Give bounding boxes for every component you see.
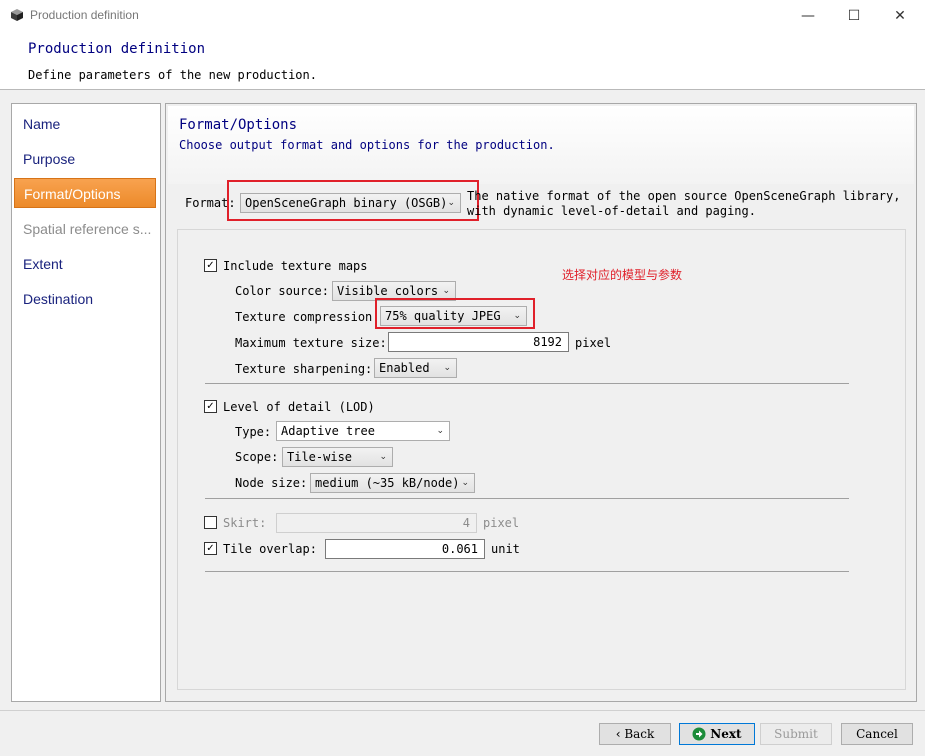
include-texture-checkbox[interactable]: ✓ — [204, 259, 217, 272]
footer-divider — [0, 710, 925, 711]
panel-subtitle: Choose output format and options for the… — [179, 138, 555, 152]
divider — [205, 498, 849, 499]
next-label: Next — [710, 727, 742, 741]
lod-checkbox[interactable]: ✓ — [204, 400, 217, 413]
step-format-options[interactable]: Format/Options — [14, 178, 156, 208]
step-purpose[interactable]: Purpose — [14, 144, 156, 174]
lod-scope-value: Tile-wise — [287, 450, 353, 464]
chevron-down-icon: ⌄ — [379, 452, 387, 462]
skirt-checkbox[interactable] — [204, 516, 217, 529]
annotation-highlight-compression — [375, 298, 535, 329]
chevron-down-icon: ⌄ — [436, 426, 444, 436]
chevron-left-icon: ‹ — [615, 727, 621, 741]
texture-sharpening-value: Enabled — [379, 361, 430, 375]
cancel-button[interactable]: Cancel — [841, 723, 913, 745]
lod-scope-label: Scope: — [235, 450, 279, 464]
texture-sharpening-label: Texture sharpening: — [235, 362, 373, 376]
checkmark-icon: ✓ — [206, 543, 215, 554]
submit-button: Submit — [760, 723, 832, 745]
include-texture-label: Include texture maps — [223, 259, 368, 273]
tile-overlap-checkbox[interactable]: ✓ — [204, 542, 217, 555]
color-source-value: Visible colors — [337, 284, 439, 298]
wizard-steps-sidebar: Name Purpose Format/Options Spatial refe… — [11, 103, 161, 702]
checkmark-icon: ✓ — [206, 401, 215, 412]
max-texture-size-input[interactable]: 8192 — [388, 332, 569, 352]
color-source-label: Color source: — [235, 284, 329, 298]
annotation-note: 选择对应的模型与参数 — [562, 268, 683, 282]
back-button[interactable]: ‹ Back — [599, 723, 671, 745]
lod-type-select[interactable]: Adaptive tree ⌄ — [276, 421, 450, 441]
lod-type-value: Adaptive tree — [281, 424, 375, 438]
format-description-line-2: with dynamic level-of-detail and paging. — [467, 204, 756, 218]
node-size-value: medium (~35 kB/node) — [315, 476, 460, 490]
next-button[interactable]: Next — [679, 723, 755, 745]
step-destination[interactable]: Destination — [14, 284, 156, 314]
tile-overlap-label: Tile overlap: — [223, 542, 317, 556]
minimize-icon: — — [801, 7, 815, 24]
maximize-button[interactable]: ☐ — [831, 0, 877, 31]
panel-header: Format/Options Choose output format and … — [168, 106, 914, 184]
back-label: Back — [624, 727, 655, 741]
checkmark-icon: ✓ — [206, 260, 215, 271]
step-spatial-reference: Spatial reference s... — [23, 221, 152, 237]
texture-compression-label: Texture compression: — [235, 310, 380, 324]
chevron-down-icon: ⌄ — [443, 363, 451, 373]
tile-overlap-input[interactable]: 0.061 — [325, 539, 485, 559]
close-button[interactable]: ✕ — [877, 0, 923, 31]
app-cube-icon — [11, 9, 23, 21]
chevron-down-icon: ⌄ — [461, 478, 469, 488]
panel-title: Format/Options — [179, 117, 298, 133]
max-texture-size-unit: pixel — [575, 336, 612, 350]
step-extent[interactable]: Extent — [14, 249, 156, 279]
skirt-input: 4 — [276, 513, 477, 533]
window-title: Production definition — [30, 8, 139, 22]
texture-sharpening-select[interactable]: Enabled ⌄ — [374, 358, 457, 378]
format-description-line-1: The native format of the open source Ope… — [467, 189, 901, 203]
close-icon: ✕ — [894, 7, 906, 24]
node-size-select[interactable]: medium (~35 kB/node) ⌄ — [310, 473, 475, 493]
header-subtitle: Define parameters of the new production. — [28, 68, 317, 82]
wizard-header: Production definition Define parameters … — [0, 31, 925, 90]
title-bar: Production definition — ☐ ✕ — [0, 0, 925, 31]
step-name[interactable]: Name — [14, 109, 156, 139]
divider — [205, 571, 849, 572]
lod-label: Level of detail (LOD) — [223, 400, 375, 414]
header-title: Production definition — [28, 41, 206, 57]
annotation-highlight-format — [227, 180, 479, 221]
node-size-label: Node size: — [235, 476, 308, 490]
tile-overlap-unit: unit — [491, 542, 520, 556]
divider — [205, 383, 849, 384]
minimize-button[interactable]: — — [785, 0, 831, 31]
skirt-unit: pixel — [483, 516, 520, 530]
skirt-label: Skirt: — [223, 516, 267, 530]
arrow-right-circle-icon — [692, 727, 706, 741]
lod-scope-select[interactable]: Tile-wise ⌄ — [282, 447, 393, 467]
lod-type-label: Type: — [235, 425, 272, 439]
maximize-icon: ☐ — [847, 7, 861, 24]
max-texture-size-label: Maximum texture size: — [235, 336, 387, 350]
